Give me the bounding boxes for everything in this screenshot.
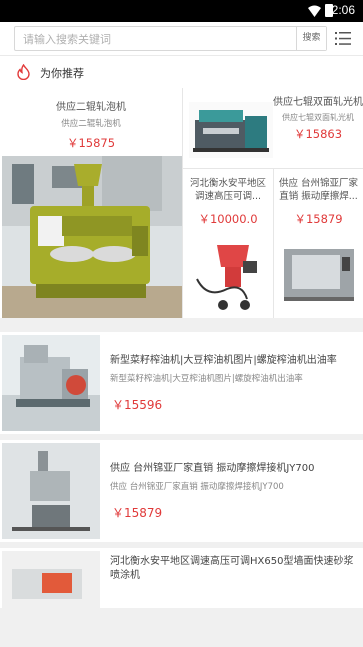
product-subtitle: 供应二辊轧泡机 bbox=[61, 119, 121, 129]
search-button[interactable]: 搜索 bbox=[296, 27, 326, 50]
recommend-header: 为你推荐 bbox=[0, 56, 363, 88]
status-bar: 2:06 bbox=[0, 0, 363, 22]
pellet-machine-image bbox=[2, 335, 100, 431]
product-title: 新型菜籽榨油机|大豆榨油机图片|螺旋榨油机出油率 bbox=[110, 355, 337, 366]
welding-machine-image bbox=[2, 443, 100, 539]
calender-machine-image bbox=[189, 102, 273, 158]
oil-press-machine-image bbox=[2, 156, 182, 318]
mortar-sprayer-image bbox=[187, 239, 271, 313]
product-title: 供应 台州锦亚厂家直销 振动摩擦焊接机JY700 bbox=[110, 463, 315, 474]
mortar-sprayer-image bbox=[2, 551, 100, 647]
search-bar: 搜索 bbox=[0, 22, 363, 56]
list-item[interactable]: 河北衡水安平地区调速高压可调HX650型墙面快速砂浆喷涂机 bbox=[0, 548, 363, 647]
product-price: ￥15863 bbox=[293, 127, 343, 141]
search-box: 搜索 bbox=[14, 26, 327, 51]
product-price: ￥15879 bbox=[112, 506, 163, 520]
product-title: 河北衡水安平地区调速高压可调HX650型墙面快速砂浆喷涂机 bbox=[110, 556, 354, 581]
product-price: ￥15879 bbox=[294, 212, 343, 226]
recommend-title: 为你推荐 bbox=[40, 67, 84, 80]
product-price: ￥15596 bbox=[112, 398, 163, 412]
product-price: ￥10000.0 bbox=[198, 212, 258, 226]
product-card[interactable]: 供应七辊双面轧光机 供应七辊双面轧光机 ￥15863 bbox=[183, 88, 363, 168]
search-input[interactable] bbox=[23, 30, 278, 48]
list-item[interactable]: 新型菜籽榨油机|大豆榨油机图片|螺旋榨油机出油率 新型菜籽榨油机|大豆榨油机图片… bbox=[0, 332, 363, 434]
status-time: 2:06 bbox=[331, 3, 355, 17]
product-price: ￥15875 bbox=[66, 136, 116, 150]
product-card[interactable]: 河北衡水安平地区调速高压可调... ￥10000.0 bbox=[183, 169, 273, 318]
product-subtitle: 供应 台州锦亚厂家直销 振动摩擦焊接机JY700 bbox=[110, 482, 284, 492]
welding-machine-image bbox=[278, 239, 360, 307]
product-subtitle: 供应七辊双面轧光机 bbox=[282, 113, 354, 122]
product-title: 河北衡水安平地区调速高压可调... bbox=[189, 178, 266, 202]
product-title: 供应七辊双面轧光机 bbox=[273, 97, 363, 108]
list-item[interactable]: 供应 台州锦亚厂家直销 振动摩擦焊接机JY700 供应 台州锦亚厂家直销 振动摩… bbox=[0, 440, 363, 542]
product-subtitle: 新型菜籽榨油机|大豆榨油机图片|螺旋榨油机出油率 bbox=[110, 374, 303, 384]
product-card-large[interactable]: 供应二辊轧泡机 供应二辊轧泡机 ￥15875 bbox=[0, 88, 182, 318]
flame-icon bbox=[17, 64, 30, 80]
product-title: 供应 台州锦亚厂家直销 振动摩擦焊... bbox=[278, 178, 359, 202]
menu-icon[interactable] bbox=[335, 31, 351, 46]
product-card[interactable]: 供应 台州锦亚厂家直销 振动摩擦焊... ￥15879 bbox=[274, 169, 363, 318]
wifi-icon bbox=[308, 5, 321, 17]
product-grid: 供应二辊轧泡机 供应二辊轧泡机 ￥15875 供应七辊双面轧光机 供应七辊双面轧… bbox=[0, 88, 363, 318]
product-title: 供应二辊轧泡机 bbox=[56, 102, 126, 113]
